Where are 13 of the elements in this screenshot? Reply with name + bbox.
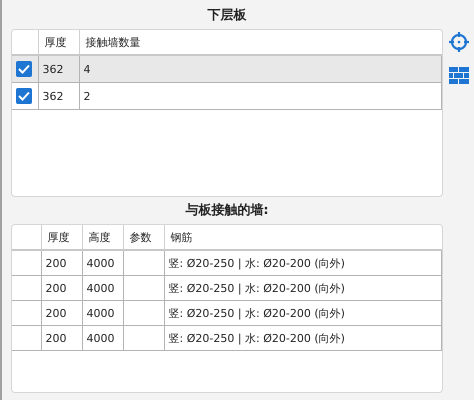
table-cell: 4000 — [82, 326, 123, 350]
table-row[interactable]: 362 2 — [12, 82, 442, 110]
checkbox[interactable] — [16, 61, 32, 77]
crosshair-icon[interactable] — [448, 31, 470, 53]
table-cell: 362 — [38, 82, 79, 110]
brick-wall-icon[interactable] — [448, 65, 470, 87]
table-cell: 竖: Ø20-250 | 水: Ø20-200 (向外) — [164, 326, 442, 350]
section-title: 下层板 — [208, 7, 246, 24]
checkbox[interactable] — [16, 88, 32, 104]
table-cell: 200 — [41, 326, 82, 350]
table-cell: 2 — [79, 82, 442, 110]
section-title: 与板接触的墙: — [185, 202, 269, 219]
table-row[interactable]: 362 4 — [12, 55, 442, 82]
